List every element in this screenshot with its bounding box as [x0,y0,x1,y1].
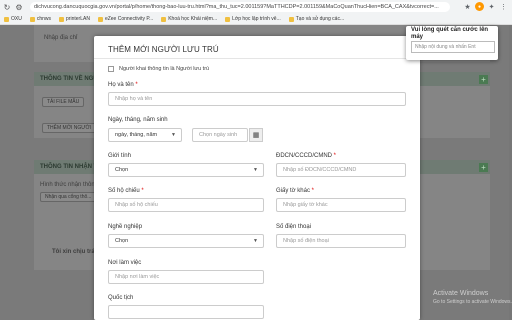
extension-icon[interactable]: ● [475,2,484,11]
menu-icon[interactable]: ⋮ [499,2,508,11]
phone-input[interactable]: Nhập số điện thoại [276,234,406,248]
chevron-down-icon: ▼ [253,167,258,173]
page-icon [97,16,103,22]
popup-input[interactable]: Nhập nội dung và nhấn Ent [411,41,495,53]
collapse-icon[interactable]: + [479,163,488,172]
popup-title: Vui lòng quét căn cước lên máy [411,27,489,40]
occupation-label: Nghề nghiệp [108,224,143,230]
bookmark-item[interactable]: Tạo và sử dụng các... [288,16,344,22]
modal-title: THÊM MỚI NGƯỜI LƯU TRÚ [108,45,219,54]
page-icon [225,16,231,22]
site-info-icon[interactable]: ⚙ [14,2,24,12]
nationality-select[interactable] [108,305,264,319]
dob-label: Ngày, tháng, năm sinh [108,117,168,123]
chevron-down-icon: ▼ [253,238,258,244]
gender-label: Giới tính [108,153,131,159]
bookmark-star-icon[interactable]: ★ [463,2,472,11]
add-guest-modal: THÊM MỚI NGƯỜI LƯU TRÚ Người khai thông … [94,36,420,320]
puzzle-icon[interactable]: ✦ [487,2,496,11]
other-document-label: Giấy tờ khác * [276,188,314,194]
self-declare-checkbox[interactable] [108,66,114,72]
page-icon [161,16,167,22]
id-number-input[interactable]: Nhập số ĐDCN/CCCD/CMND [276,163,406,177]
bookmark-item[interactable]: eZee Connectivity P... [97,16,153,22]
reload-icon[interactable]: ↻ [2,2,12,12]
folder-icon [29,16,35,22]
bookmark-item[interactable]: OXU [4,16,22,22]
scan-id-popup: Vui lòng quét căn cước lên máy Nhập nội … [406,26,498,60]
other-document-input[interactable]: Nhập giấy tờ khác [276,198,406,212]
url-field[interactable]: dichvucong.dancuquocgia.gov.vn/portal/p/… [30,2,450,12]
receive-method-select[interactable]: Nhận qua cổng thô... [40,192,97,202]
address-hint: Nhập địa chỉ [44,35,78,41]
upload-template-button[interactable]: TẢI FILE MẪU [42,97,85,107]
url-text: dichvucong.dancuquocgia.gov.vn/portal/p/… [34,4,439,10]
occupation-select[interactable]: Chọn ▼ [108,234,264,248]
nationality-label: Quốc tịch [108,295,134,301]
bookmark-item[interactable]: chnws [29,16,51,22]
bookmark-item[interactable]: printerLAN [59,16,90,22]
id-number-label: ĐDCN/CCCD/CMND * [276,153,337,159]
full-name-input[interactable]: Nhập họ và tên [108,92,406,106]
bookmarks-bar: OXU chnws printerLAN eZee Connectivity P… [0,14,512,25]
add-guest-button[interactable]: THÊM MỚI NGƯỜI [42,123,97,133]
page-icon [288,16,294,22]
browser-address-bar: ↻ ⚙ dichvucong.dancuquocgia.gov.vn/porta… [0,0,512,14]
activate-windows-watermark: Activate Windows Go to Settings to activ… [433,290,512,305]
bookmark-item[interactable]: Lớp học lập trình vê... [225,16,281,22]
dob-format-select[interactable]: ngày, tháng, năm ▼ [108,128,182,142]
dob-input[interactable]: Chọn ngày sinh [192,128,248,142]
self-declare-label: Người khai thông tin là Người lưu trú [119,66,210,72]
workplace-label: Nơi làm việc [108,260,142,266]
self-declare-checkbox-row[interactable]: Người khai thông tin là Người lưu trú [108,66,209,72]
folder-icon [4,16,9,22]
gender-select[interactable]: Chọn ▼ [108,163,264,177]
folder-icon [59,16,65,22]
divider [94,58,420,59]
passport-input[interactable]: Nhập số hộ chiếu [108,198,264,212]
passport-label: Số hộ chiếu * [108,188,144,194]
chevron-down-icon: ▼ [171,132,176,138]
calendar-icon[interactable]: ▦ [249,128,263,142]
full-name-label: Họ và tên * [108,82,138,88]
bookmark-item[interactable]: Khoá học Khái niệm... [161,16,217,22]
workplace-input[interactable]: Nhập nơi làm việc [108,270,264,284]
phone-label: Số điện thoại [276,224,312,230]
collapse-icon[interactable]: + [479,75,488,84]
